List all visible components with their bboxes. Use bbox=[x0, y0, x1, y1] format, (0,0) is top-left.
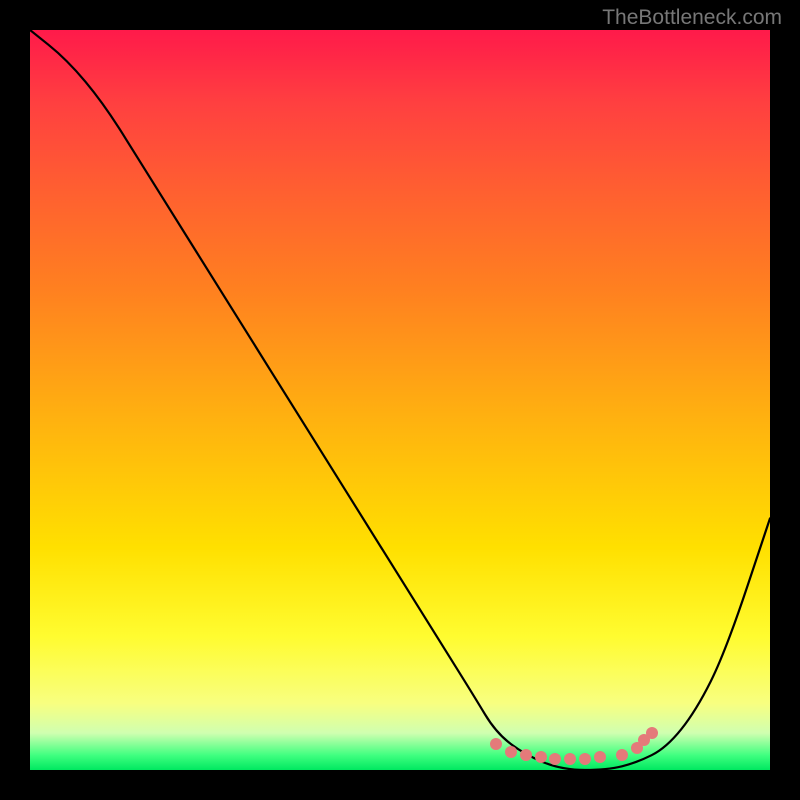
valley-dot bbox=[505, 746, 517, 758]
valley-dot bbox=[520, 749, 532, 761]
plot-area bbox=[30, 30, 770, 770]
valley-dot bbox=[579, 753, 591, 765]
valley-dot bbox=[616, 749, 628, 761]
valley-dot bbox=[646, 727, 658, 739]
valley-dot bbox=[564, 753, 576, 765]
valley-dot bbox=[549, 753, 561, 765]
valley-dot bbox=[490, 738, 502, 750]
watermark-text: TheBottleneck.com bbox=[602, 6, 782, 30]
valley-dot bbox=[594, 751, 606, 763]
dots-layer bbox=[30, 30, 770, 770]
valley-dot bbox=[535, 751, 547, 763]
